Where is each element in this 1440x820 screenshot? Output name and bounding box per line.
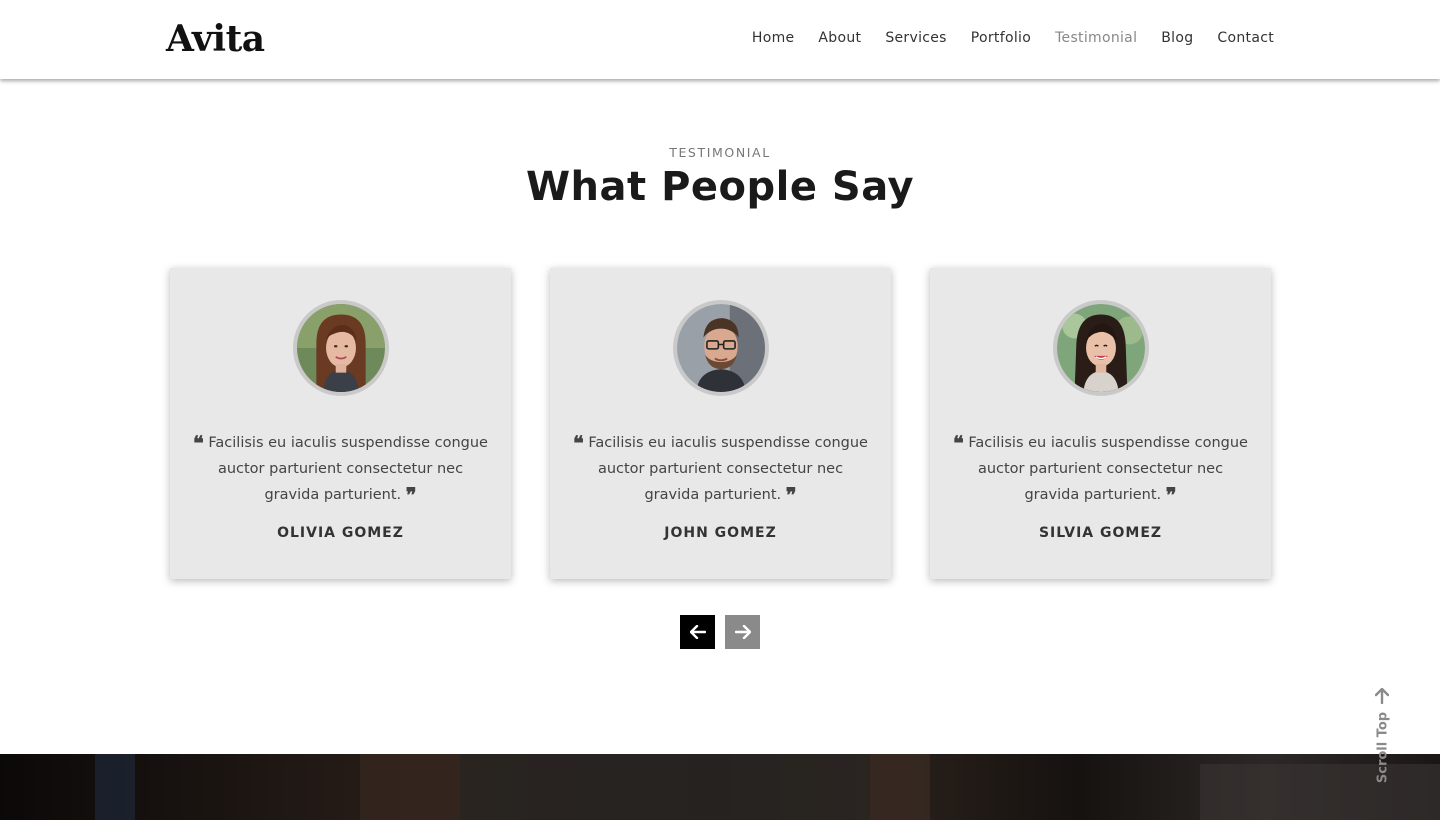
nav-portfolio[interactable]: Portfolio (971, 30, 1031, 46)
nav-contact[interactable]: Contact (1217, 30, 1274, 46)
main-nav: Home About Services Portfolio Testimonia… (752, 30, 1274, 46)
arrow-right-icon (734, 625, 751, 639)
testimonial-quote: ❝ Facilisis eu iaculis suspendisse congu… (190, 430, 491, 508)
testimonial-card: ❝ Facilisis eu iaculis suspendisse congu… (550, 268, 891, 579)
woman-portrait-icon (1056, 304, 1145, 392)
nav-testimonial[interactable]: Testimonial (1055, 30, 1137, 46)
testimonial-name: OLIVIA GOMEZ (277, 525, 404, 541)
arrow-left-icon (689, 625, 706, 639)
quote-close-icon: ❞ (1165, 483, 1177, 507)
quote-text: Facilisis eu iaculis suspendisse congue … (208, 435, 488, 503)
section-eyebrow: TESTIMONIAL (669, 145, 771, 160)
quote-open-icon: ❝ (573, 431, 584, 455)
quote-text: Facilisis eu iaculis suspendisse congue … (588, 435, 868, 503)
nav-services[interactable]: Services (885, 30, 946, 46)
carousel-next-button[interactable] (725, 615, 760, 649)
testimonial-name: JOHN GOMEZ (664, 525, 777, 541)
background-photo (95, 754, 1440, 820)
testimonial-quote: ❝ Facilisis eu iaculis suspendisse congu… (570, 430, 871, 508)
woman-portrait-icon (296, 304, 385, 392)
carousel-prev-button[interactable] (680, 615, 715, 649)
testimonial-name: SILVIA GOMEZ (1038, 525, 1163, 541)
nav-blog[interactable]: Blog (1161, 30, 1193, 46)
avatar (1052, 300, 1149, 396)
scroll-top-button[interactable]: Scroll Top (1370, 688, 1394, 788)
site-header: Avita Home About Services Portfolio Test… (0, 0, 1440, 79)
testimonial-card: ❝ Facilisis eu iaculis suspendisse congu… (170, 268, 511, 579)
nav-about[interactable]: About (818, 30, 861, 46)
site-logo[interactable]: Avita (166, 18, 265, 60)
testimonial-quote: ❝ Facilisis eu iaculis suspendisse congu… (950, 430, 1251, 508)
avatar (672, 300, 769, 396)
background-image-section (0, 754, 1440, 820)
avatar (292, 300, 389, 396)
quote-text: Facilisis eu iaculis suspendisse congue … (968, 435, 1248, 503)
testimonial-card: ❝ Facilisis eu iaculis suspendisse congu… (930, 268, 1271, 579)
quote-open-icon: ❝ (193, 431, 204, 455)
man-portrait-icon (676, 304, 765, 392)
nav-home[interactable]: Home (752, 30, 795, 46)
section-title: What People Say (525, 164, 915, 210)
arrow-up-icon (1375, 688, 1389, 704)
quote-close-icon: ❞ (405, 483, 417, 507)
quote-close-icon: ❞ (785, 483, 797, 507)
quote-open-icon: ❝ (953, 431, 964, 455)
scroll-top-label: Scroll Top (1375, 711, 1391, 784)
